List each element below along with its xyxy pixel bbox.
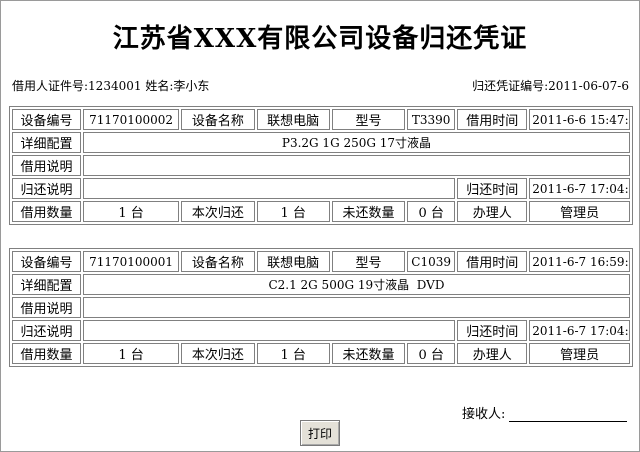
this-return-value: 1 台 [256,343,330,364]
handler-value: 管理员 [529,201,630,222]
return-note-label: 归还说明 [12,320,81,341]
device-no-value: 71170100002 [82,109,180,130]
config-label: 详细配置 [12,132,81,153]
this-return-value: 1 台 [256,201,330,222]
return-time-value: 2011-6-7 17:04:17 [529,320,630,341]
handler-label: 办理人 [457,201,528,222]
unreturned-value: 0 台 [407,343,456,364]
return-time-label: 归还时间 [457,320,528,341]
config-label: 详细配置 [12,274,81,295]
print-button[interactable]: 打印 [300,420,340,446]
device-name-value: 联想电脑 [256,109,330,130]
device-name-value: 联想电脑 [256,251,330,272]
model-label: 型号 [331,109,406,130]
model-value: T3390 [407,109,456,130]
unreturned-label: 未还数量 [331,343,406,364]
borrower-info: 借用人证件号:1234001 姓名:李小东 [12,77,209,94]
record-table-2: 设备编号 71170100001 设备名称 联想电脑 型号 C1039 借用时间… [9,248,633,367]
borrow-qty-value: 1 台 [82,343,180,364]
voucher-no-label: 归还凭证编号: [472,79,549,93]
borrower-id-value: 1234001 [88,79,142,93]
config-value: P3.2G 1G 250G 17寸液晶 [82,132,630,153]
device-name-label: 设备名称 [181,251,255,272]
page-title: 江苏省XXX有限公司设备归还凭证 [112,24,528,54]
model-label: 型号 [331,251,406,272]
return-note-value [82,178,456,199]
device-name-label: 设备名称 [181,109,255,130]
name-value: 李小东 [173,79,210,93]
borrow-note-value [82,297,630,318]
unreturned-label: 未还数量 [331,201,406,222]
borrow-qty-label: 借用数量 [12,201,81,222]
table-row: 详细配置 P3.2G 1G 250G 17寸液晶 [12,132,630,153]
table-row: 借用说明 [12,155,630,176]
borrow-time-label: 借用时间 [457,251,528,272]
table-row: 设备编号 71170100002 设备名称 联想电脑 型号 T3390 借用时间… [12,109,630,130]
voucher-window [0,0,640,452]
device-no-label: 设备编号 [12,109,81,130]
table-row: 详细配置 C2.1 2G 500G 19寸液晶 DVD [12,274,630,295]
voucher-number: 归还凭证编号:2011-06-07-6 [472,77,629,94]
borrow-note-label: 借用说明 [12,297,81,318]
borrow-note-value [82,155,630,176]
this-return-label: 本次归还 [181,201,255,222]
signature-line [509,409,628,422]
table-row: 归还说明 归还时间 2011-6-7 17:04:17 [12,320,630,341]
record-table-1: 设备编号 71170100002 设备名称 联想电脑 型号 T3390 借用时间… [9,106,633,225]
device-no-label: 设备编号 [12,251,81,272]
table-row: 借用数量 1 台 本次归还 1 台 未还数量 0 台 办理人 管理员 [12,201,630,222]
borrow-qty-label: 借用数量 [12,343,81,364]
borrow-time-value: 2011-6-7 16:59:10 [529,251,630,272]
handler-label: 办理人 [457,343,528,364]
voucher-no-value: 2011-06-07-6 [548,79,629,93]
config-value: C2.1 2G 500G 19寸液晶 DVD [82,274,630,295]
return-note-label: 归还说明 [12,178,81,199]
table-row: 设备编号 71170100001 设备名称 联想电脑 型号 C1039 借用时间… [12,251,630,272]
model-value: C1039 [407,251,456,272]
return-time-value: 2011-6-7 17:04:17 [529,178,630,199]
borrow-note-label: 借用说明 [12,155,81,176]
borrow-time-value: 2011-6-6 15:47:23 [529,109,630,130]
borrower-id-label: 借用人证件号: [12,79,89,93]
table-row: 借用数量 1 台 本次归还 1 台 未还数量 0 台 办理人 管理员 [12,343,630,364]
borrow-time-label: 借用时间 [457,109,528,130]
borrow-qty-value: 1 台 [82,201,180,222]
handler-value: 管理员 [529,343,630,364]
this-return-label: 本次归还 [181,343,255,364]
unreturned-value: 0 台 [407,201,456,222]
name-label: 姓名: [145,79,174,93]
table-row: 归还说明 归还时间 2011-6-7 17:04:17 [12,178,630,199]
return-time-label: 归还时间 [457,178,528,199]
receiver-label: 接收人: [462,407,506,422]
return-note-value [82,320,456,341]
table-row: 借用说明 [12,297,630,318]
device-no-value: 71170100001 [82,251,180,272]
receiver-signature: 接收人: [462,403,628,422]
